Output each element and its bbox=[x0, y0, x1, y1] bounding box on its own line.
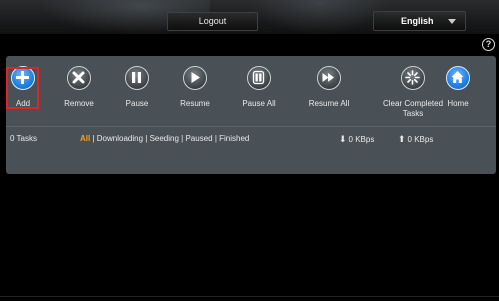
language-label: English bbox=[401, 16, 434, 26]
home-button[interactable]: Home bbox=[423, 64, 493, 124]
header-decoration bbox=[250, 0, 390, 34]
home-icon bbox=[446, 66, 470, 90]
status-row: 0 Tasks All | Downloading | Seeding | Pa… bbox=[6, 134, 496, 146]
resume-all-label: Resume All bbox=[308, 99, 350, 108]
pause-icon bbox=[125, 66, 149, 90]
task-count: 0 Tasks bbox=[10, 134, 37, 143]
pause-all-button[interactable]: Pause All bbox=[224, 64, 294, 124]
language-select[interactable]: English bbox=[373, 11, 466, 31]
download-speed: ⬇ 0 KBps bbox=[339, 134, 374, 145]
filter-seeding[interactable]: Seeding bbox=[150, 134, 179, 143]
filter-paused[interactable]: Paused bbox=[185, 134, 212, 143]
panel-divider bbox=[6, 126, 496, 127]
filter-finished[interactable]: Finished bbox=[219, 134, 249, 143]
upload-speed-value: 0 KBps bbox=[407, 135, 434, 144]
resume-all-button[interactable]: Resume All bbox=[294, 64, 364, 124]
upload-arrow-icon: ⬆ bbox=[398, 134, 406, 144]
download-arrow-icon: ⬇ bbox=[339, 134, 347, 144]
filter-downloading[interactable]: Downloading bbox=[97, 134, 143, 143]
pause-all-label: Pause All bbox=[242, 99, 276, 108]
x-icon bbox=[67, 66, 91, 90]
top-bar: Logout English bbox=[0, 0, 499, 34]
logout-button[interactable]: Logout bbox=[167, 12, 258, 31]
highlight-box bbox=[6, 67, 39, 109]
fast-forward-icon bbox=[317, 66, 341, 90]
resume-label: Resume bbox=[180, 99, 210, 108]
download-speed-value: 0 KBps bbox=[348, 135, 375, 144]
clear-icon bbox=[401, 66, 425, 90]
home-label: Home bbox=[447, 99, 469, 108]
pause-all-icon bbox=[247, 66, 271, 90]
resume-button[interactable]: Resume bbox=[160, 64, 230, 124]
filter-bar: All | Downloading | Seeding | Paused | F… bbox=[80, 134, 249, 143]
dropdown-arrow-icon bbox=[448, 19, 456, 24]
help-icon[interactable]: ? bbox=[482, 38, 495, 51]
play-icon bbox=[183, 66, 207, 90]
filter-all[interactable]: All bbox=[80, 134, 90, 143]
upload-speed: ⬆ 0 KBps bbox=[398, 134, 433, 145]
bottom-divider bbox=[0, 296, 499, 297]
